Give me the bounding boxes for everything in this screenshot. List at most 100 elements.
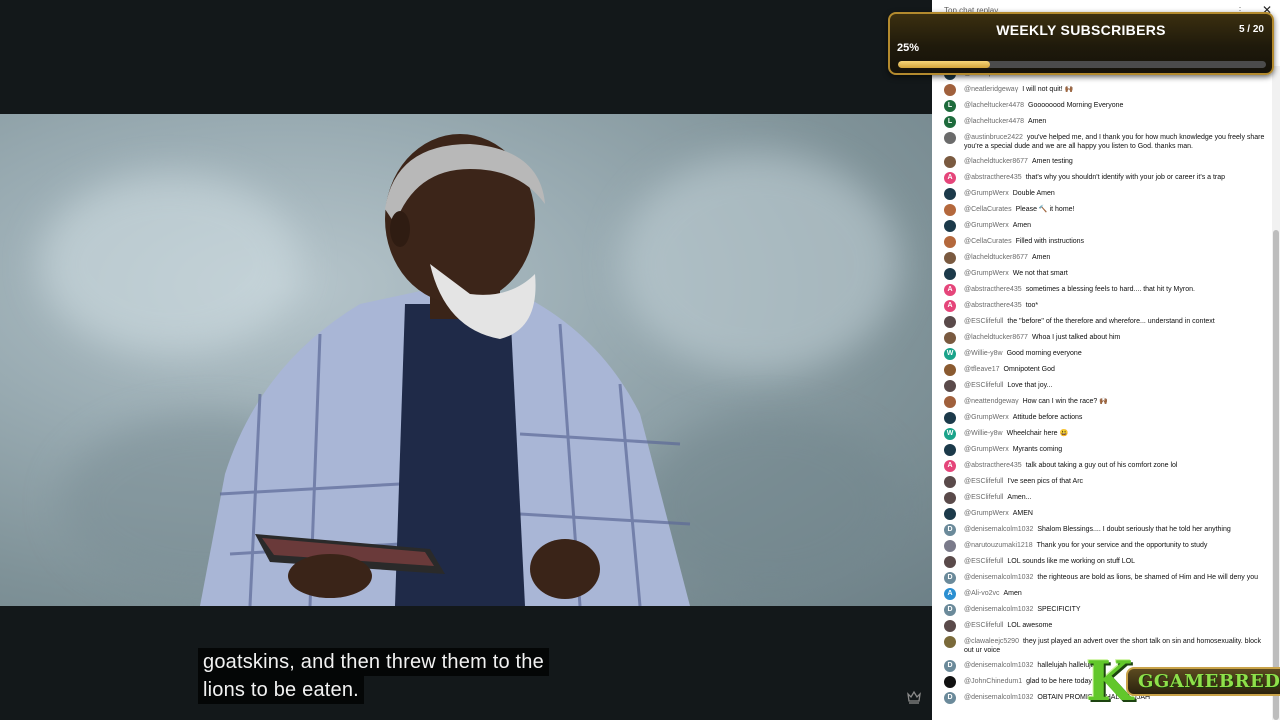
avatar[interactable] [944,412,956,424]
chat-message[interactable]: @ESClifefull LOL sounds like me working o… [932,554,1272,570]
avatar[interactable] [944,188,956,200]
chat-message-list[interactable]: @GrumpWerxPreach@neatleridgewaγI will no… [932,66,1272,720]
chat-author[interactable]: @austinbruce2422 [964,134,1023,141]
avatar[interactable] [944,220,956,232]
avatar[interactable] [944,132,956,144]
chat-author[interactable]: @neattendgewaγ [964,398,1019,405]
chat-author[interactable]: @JohnChinedum1 [964,678,1022,685]
chat-message[interactable]: A @abstracthere435 too* [932,298,1272,314]
chat-message[interactable]: @GrumpWerx We not that smart [932,266,1272,282]
avatar[interactable]: W [944,348,956,360]
chat-message[interactable]: A @abstracthere435 sometimes a blessing fe… [932,282,1272,298]
chat-message[interactable]: @tfleave17 Omnipotent God [932,362,1272,378]
avatar[interactable]: A [944,172,956,184]
chat-author[interactable]: @tfleave17 [964,366,1000,373]
avatar[interactable]: A [944,460,956,472]
chat-message[interactable]: A @abstracthere435 talk about taking a guy… [932,458,1272,474]
chat-message[interactable]: A @abstracthere435 that's why you shouldn'… [932,170,1272,186]
chat-message[interactable]: @lacheldtucker8677 Whoa I just talked abo… [932,330,1272,346]
avatar[interactable] [944,316,956,328]
chat-message[interactable]: @ESClifefull Amen... [932,490,1272,506]
chat-author[interactable]: @GrumpWerx [964,190,1009,197]
avatar[interactable] [944,252,956,264]
chat-author[interactable]: @GrumpWerx [964,446,1009,453]
avatar[interactable] [944,84,956,96]
chat-author[interactable]: @ESClifefull [964,382,1003,389]
chat-author[interactable]: @Ali-vo2vc [964,590,1000,597]
chat-author[interactable]: @lacheldtucker8677 [964,334,1028,341]
chat-message[interactable]: @CellaCurates Filled with instructions [932,234,1272,250]
avatar[interactable] [944,540,956,552]
chat-message[interactable]: @lacheldtucker8677 Amen testing [932,154,1272,170]
chat-author[interactable]: @lacheltucker4478 [964,102,1024,109]
chat-message[interactable]: @ESClifefull Love that joy... [932,378,1272,394]
chat-author[interactable]: @denisemalcolm1032 [964,606,1033,613]
chat-author[interactable]: @clawaleejc5290 [964,638,1019,645]
chat-message[interactable]: @ESClifefull I've seen pics of that Arc [932,474,1272,490]
avatar[interactable] [944,676,956,688]
chat-author[interactable]: @ESClifefull [964,318,1003,325]
avatar[interactable]: D [944,660,956,672]
chat-message[interactable]: D @denisemalcolm1032 SPECIFICITY [932,602,1272,618]
avatar[interactable] [944,492,956,504]
avatar[interactable]: A [944,300,956,312]
avatar[interactable] [944,396,956,408]
chat-message[interactable]: @ESClifefull the "before" of the therefor… [932,314,1272,330]
chat-author[interactable]: @abstracthere435 [964,286,1022,293]
chat-author[interactable]: @GrumpWerx [964,270,1009,277]
avatar[interactable]: D [944,604,956,616]
chat-author[interactable]: @lacheldtucker8677 [964,254,1028,261]
chat-author[interactable]: @Willie-y8w [964,350,1003,357]
chat-author[interactable]: @GrumpWerx [964,414,1009,421]
chat-author[interactable]: @denisemalcolm1032 [964,662,1033,669]
chat-message[interactable]: @GrumpWerx Double Amen [932,186,1272,202]
avatar[interactable]: D [944,572,956,584]
avatar[interactable] [944,268,956,280]
chat-message[interactable]: @GrumpWerx Myrants coming [932,442,1272,458]
avatar[interactable] [944,508,956,520]
avatar[interactable] [944,236,956,248]
avatar[interactable] [944,332,956,344]
chat-message[interactable]: @GrumpWerx AMEN [932,506,1272,522]
avatar[interactable]: D [944,692,956,704]
chat-author[interactable]: @abstracthere435 [964,462,1022,469]
chat-author[interactable]: @abstracthere435 [964,174,1022,181]
chat-author[interactable]: @denisemalcolm1032 [964,694,1033,701]
chat-author[interactable]: @CellaCurates [964,238,1012,245]
avatar[interactable]: D [944,524,956,536]
chat-scrollbar-thumb[interactable] [1273,230,1279,720]
chat-author[interactable]: @CellaCurates [964,206,1012,213]
avatar[interactable] [944,364,956,376]
avatar[interactable] [944,204,956,216]
chat-author[interactable]: @denisemalcolm1032 [964,574,1033,581]
chat-author[interactable]: @ESClifefull [964,622,1003,629]
chat-author[interactable]: @abstracthere435 [964,302,1022,309]
chat-author[interactable]: @ESClifefull [964,478,1003,485]
chat-message[interactable]: @CellaCurates Please 🔨 it home! [932,202,1272,218]
avatar[interactable] [944,556,956,568]
avatar[interactable]: A [944,284,956,296]
chat-message[interactable]: @narutouzumaki1218 Thank you for your ser… [932,538,1272,554]
avatar[interactable] [944,380,956,392]
channel-watermark-icon[interactable] [906,689,922,705]
chat-message[interactable]: W @Willie-y8w Good morning everyone [932,346,1272,362]
chat-message[interactable]: @GrumpWerx Amen [932,218,1272,234]
chat-author[interactable]: @ESClifefull [964,494,1003,501]
avatar[interactable] [944,476,956,488]
chat-message[interactable]: L @lacheltucker4478 Amen [932,114,1272,130]
avatar[interactable] [944,444,956,456]
avatar[interactable] [944,620,956,632]
chat-author[interactable]: @GrumpWerx [964,510,1009,517]
avatar[interactable]: A [944,588,956,600]
avatar[interactable]: L [944,116,956,128]
chat-author[interactable]: @neatleridgewaγ [964,86,1018,93]
chat-message[interactable]: A @Ali-vo2vc Amen [932,586,1272,602]
chat-author[interactable]: @denisemalcolm1032 [964,526,1033,533]
chat-message[interactable]: D @denisemalcolm1032 the righteous are bol… [932,570,1272,586]
chat-author[interactable]: @GrumpWerx [964,222,1009,229]
chat-message[interactable]: D @denisemalcolm1032 Shalom Blessings.... … [932,522,1272,538]
avatar[interactable] [944,636,956,648]
avatar[interactable]: L [944,100,956,112]
chat-message[interactable]: @neattendgewaγ How can I win the race? 🙌🏾 [932,394,1272,410]
chat-message[interactable]: @austinbruce2422 you've helped me, and I … [932,130,1272,154]
